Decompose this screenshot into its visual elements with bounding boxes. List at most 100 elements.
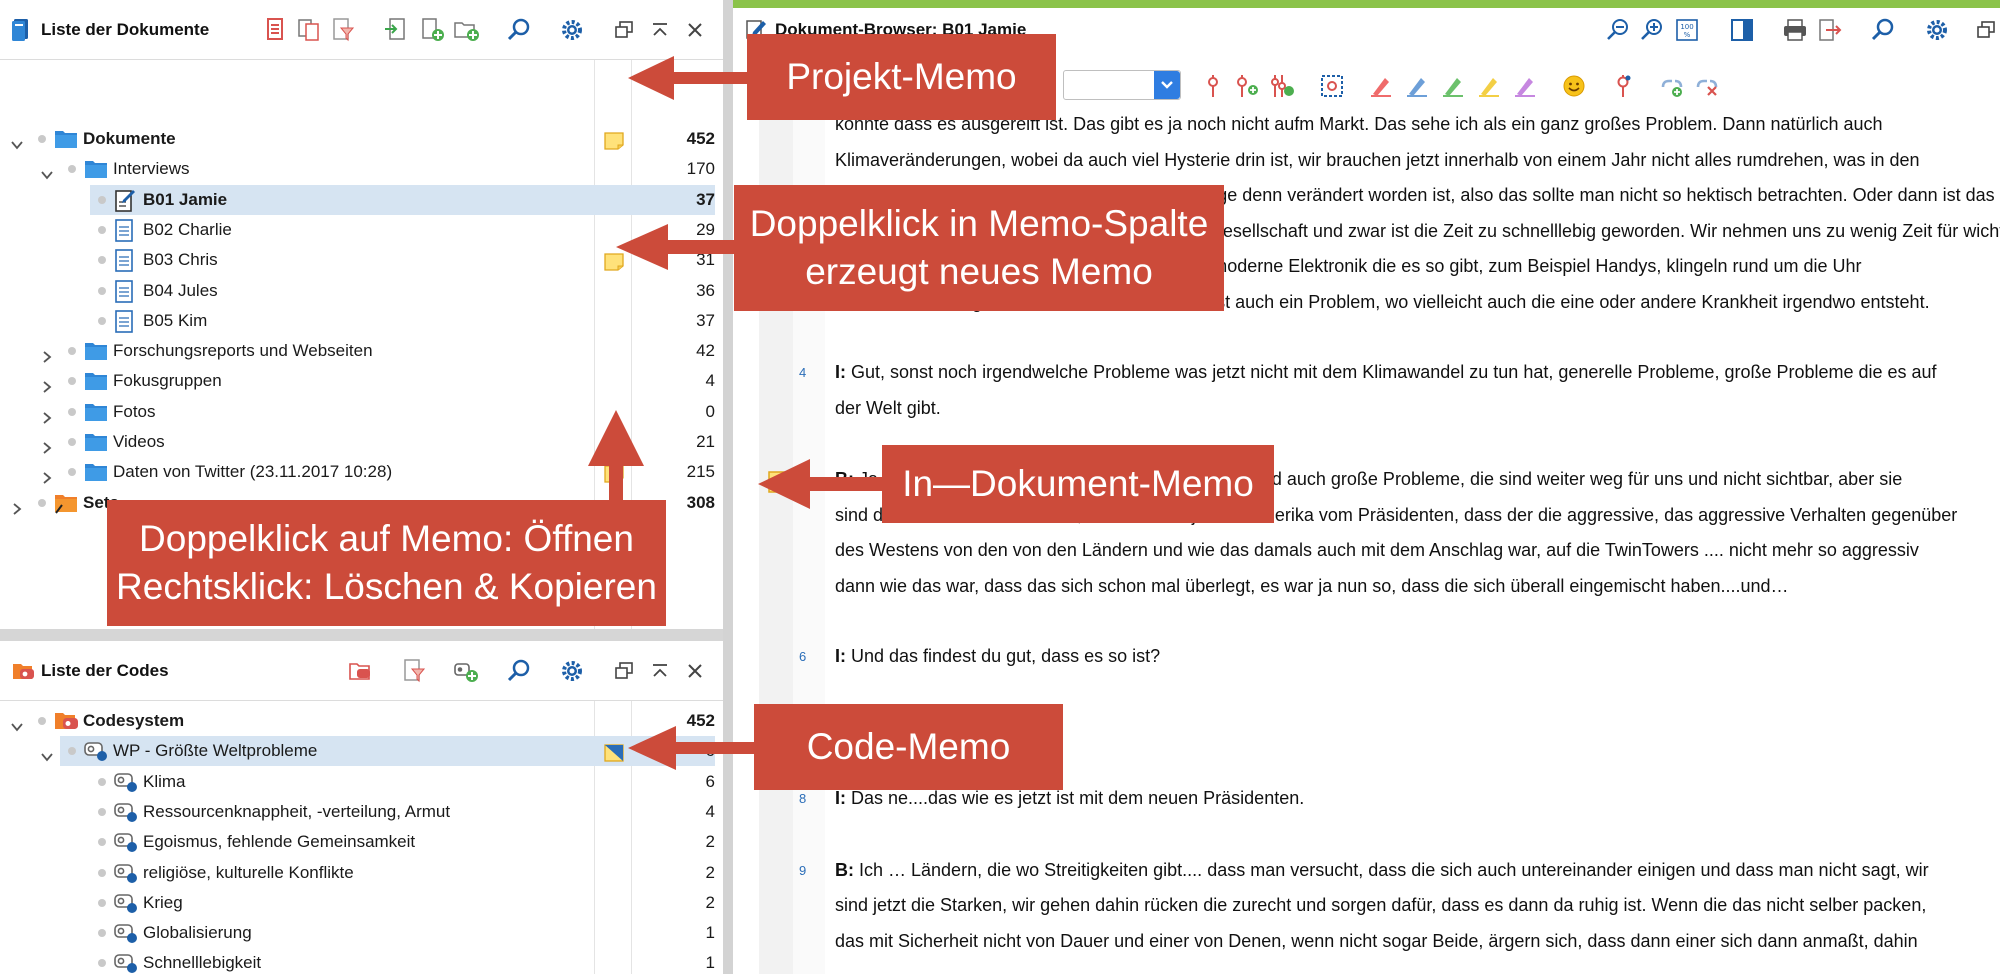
activation-dot[interactable] [68, 347, 76, 356]
gear-icon[interactable] [558, 657, 586, 685]
zoom-100-icon[interactable]: 100% [1673, 16, 1701, 44]
document-text-line[interactable]: I: Und das findest du gut, dass es so is… [835, 639, 1160, 675]
activation-dot[interactable] [98, 195, 106, 204]
activation-dot[interactable] [98, 286, 106, 295]
chevron-right-icon[interactable] [40, 405, 54, 424]
document-row[interactable]: B03 Chris 31 [0, 245, 723, 275]
code-filter-icon[interactable] [400, 657, 428, 685]
highlighter-yellow-icon[interactable] [1475, 72, 1503, 100]
code-pin-icon[interactable] [1199, 72, 1227, 100]
chevron-right-icon[interactable] [10, 496, 24, 515]
close-icon[interactable] [681, 657, 709, 685]
code-row[interactable]: Klima 6 [0, 767, 723, 797]
memo-icon[interactable] [604, 130, 624, 150]
code-memo-icon[interactable] [604, 742, 624, 762]
undock-icon[interactable] [610, 16, 638, 44]
activation-dot[interactable] [38, 135, 46, 143]
code-row[interactable]: religiöse, kulturelle Konflikte 2 [0, 858, 723, 888]
link-remove-icon[interactable] [1693, 72, 1721, 100]
activation-dot[interactable] [98, 316, 106, 325]
highlighter-green-icon[interactable] [1439, 72, 1467, 100]
new-doc-icon[interactable] [419, 16, 447, 44]
chevron-right-icon[interactable] [40, 435, 54, 454]
activation-dot[interactable] [98, 929, 106, 938]
chevron-right-icon[interactable] [40, 344, 54, 363]
undock-icon[interactable] [1972, 16, 2000, 44]
doc-filter-icon[interactable] [329, 16, 357, 44]
import-icon[interactable] [381, 16, 409, 44]
new-code-icon[interactable] [452, 657, 480, 685]
activation-dot[interactable] [98, 838, 106, 847]
code-add-icon[interactable] [1233, 72, 1261, 100]
chevron-down-icon[interactable] [1154, 71, 1180, 99]
document-text-line[interactable]: der Welt gibt. [835, 391, 941, 427]
gear-icon[interactable] [558, 16, 586, 44]
activation-dot[interactable] [38, 717, 46, 725]
symbol-code-icon[interactable] [1609, 72, 1637, 100]
chevron-down-icon[interactable] [10, 132, 24, 150]
layout-icon[interactable] [1728, 16, 1756, 44]
document-row[interactable]: B01 Jamie 37 [0, 184, 723, 215]
emoticon-icon[interactable] [1560, 72, 1588, 100]
activation-dot[interactable] [68, 468, 76, 477]
document-row[interactable]: Dokumente 452 [0, 124, 723, 154]
activation-dot[interactable] [98, 807, 106, 816]
close-icon[interactable] [681, 16, 709, 44]
activation-dot[interactable] [98, 256, 106, 265]
undock-icon[interactable] [610, 657, 638, 685]
doc-copy-icon[interactable] [295, 16, 323, 44]
chevron-right-icon[interactable] [40, 465, 54, 484]
chevron-down-icon[interactable] [40, 744, 54, 762]
document-row[interactable]: Interviews 170 [0, 154, 723, 184]
code-dropdown[interactable] [1063, 70, 1181, 100]
document-text-line[interactable]: B: Ich … Ländern, die wo Streitigkeiten … [835, 853, 1929, 889]
activation-dot[interactable] [98, 868, 106, 877]
activation-dot[interactable] [98, 959, 106, 968]
document-row[interactable]: B02 Charlie 29 [0, 215, 723, 245]
activation-dot[interactable] [98, 777, 106, 786]
activation-dot[interactable] [98, 898, 106, 907]
print-icon[interactable] [1781, 16, 1809, 44]
document-row[interactable]: Forschungsreports und Webseiten 42 [0, 336, 723, 366]
document-row[interactable]: B05 Kim 37 [0, 306, 723, 336]
activation-dot[interactable] [68, 377, 76, 386]
document-row[interactable]: Fokusgruppen 4 [0, 366, 723, 396]
code-activate-icon[interactable] [348, 657, 376, 685]
document-text-line[interactable]: Klimaveränderungen, wobei da auch viel H… [835, 143, 1920, 179]
code-row[interactable]: WP - Größte Weltprobleme6 [0, 736, 723, 767]
link-add-icon[interactable] [1658, 72, 1686, 100]
activation-dot[interactable] [68, 165, 76, 174]
document-text-line[interactable]: des Westens von den von den Ländern und … [835, 533, 1919, 569]
document-text-line[interactable]: das mit Sicherheit nicht von Dauer und e… [835, 924, 1918, 960]
code-row[interactable]: Krieg 2 [0, 888, 723, 918]
pane-splitter-vertical[interactable] [723, 0, 733, 974]
highlighter-red-icon[interactable] [1367, 72, 1395, 100]
selection-icon[interactable] [1318, 72, 1346, 100]
search-icon[interactable] [505, 657, 533, 685]
zoom-in-icon[interactable] [1638, 16, 1666, 44]
code-row[interactable]: Codesystem 452 [0, 706, 723, 736]
highlighter-purple-icon[interactable] [1511, 72, 1539, 100]
new-folder-icon[interactable] [453, 16, 481, 44]
maximize-icon[interactable] [646, 657, 674, 685]
document-row[interactable]: B04 Jules 36 [0, 276, 723, 306]
code-multi-icon[interactable] [1269, 72, 1297, 100]
activation-dot[interactable] [68, 407, 76, 416]
document-text-line[interactable]: sind jetzt die Starken, wir gehen dahin … [835, 888, 1926, 924]
pane-splitter-horizontal[interactable] [0, 629, 723, 641]
activation-dot[interactable] [98, 225, 106, 234]
gear-icon[interactable] [1923, 16, 1951, 44]
maximize-icon[interactable] [646, 16, 674, 44]
code-row[interactable]: Schnelllebigkeit 1 [0, 948, 723, 974]
activation-dot[interactable] [68, 438, 76, 446]
activate-docs-icon[interactable] [261, 16, 289, 44]
export-icon[interactable] [1816, 16, 1844, 44]
code-row[interactable]: Ressourcenknappheit, -verteilung, Armut 4 [0, 797, 723, 827]
document-text-line[interactable]: dann wie das war, dass das sich schon ma… [835, 569, 1789, 605]
activation-dot[interactable] [38, 498, 46, 507]
chevron-down-icon[interactable] [40, 162, 54, 180]
zoom-out-icon[interactable] [1604, 16, 1632, 44]
code-row[interactable]: Globalisierung 1 [0, 918, 723, 948]
highlighter-blue-icon[interactable] [1403, 72, 1431, 100]
search-icon[interactable] [1869, 16, 1897, 44]
